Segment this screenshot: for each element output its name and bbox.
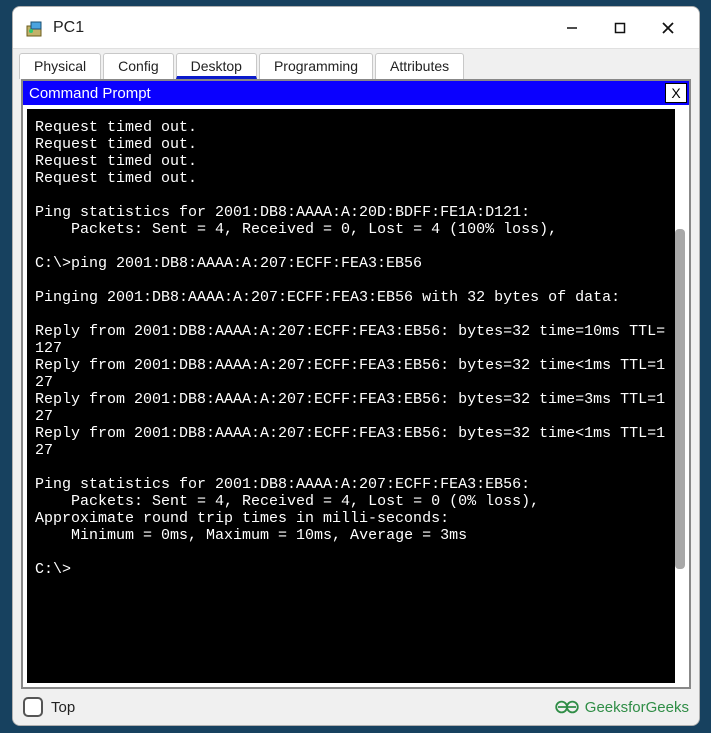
tab-physical[interactable]: Physical: [19, 53, 101, 79]
bottombar: Top GeeksforGeeks: [13, 689, 699, 725]
window-buttons: [549, 12, 691, 44]
top-checkbox-wrap[interactable]: Top: [23, 697, 75, 717]
titlebar[interactable]: PC1: [13, 7, 699, 49]
command-prompt-titlebar[interactable]: Command Prompt X: [23, 81, 689, 105]
tabstrip: PhysicalConfigDesktopProgrammingAttribut…: [13, 49, 699, 79]
close-button[interactable]: [645, 12, 691, 44]
window-title: PC1: [53, 19, 549, 37]
watermark-text: GeeksforGeeks: [585, 699, 689, 716]
tab-attributes[interactable]: Attributes: [375, 53, 464, 79]
minimize-button[interactable]: [549, 12, 595, 44]
app-window: PC1 PhysicalConfigDesktopProgrammingAttr…: [12, 6, 700, 726]
top-checkbox[interactable]: [23, 697, 43, 717]
app-icon: [25, 18, 45, 38]
desktop-panel: Command Prompt X Request timed out. Requ…: [21, 79, 691, 689]
top-checkbox-label: Top: [51, 699, 75, 716]
geeksforgeeks-logo-icon: [555, 698, 579, 716]
maximize-button[interactable]: [597, 12, 643, 44]
scrollbar[interactable]: [675, 109, 685, 683]
tab-programming[interactable]: Programming: [259, 53, 373, 79]
scroll-thumb[interactable]: [675, 229, 685, 569]
tab-desktop[interactable]: Desktop: [176, 53, 257, 79]
terminal-wrap: Request timed out. Request timed out. Re…: [23, 105, 689, 687]
command-prompt-title: Command Prompt: [29, 85, 151, 102]
command-prompt-close-button[interactable]: X: [665, 83, 687, 103]
watermark: GeeksforGeeks: [555, 698, 689, 716]
terminal-output[interactable]: Request timed out. Request timed out. Re…: [27, 109, 675, 683]
tab-config[interactable]: Config: [103, 53, 173, 79]
